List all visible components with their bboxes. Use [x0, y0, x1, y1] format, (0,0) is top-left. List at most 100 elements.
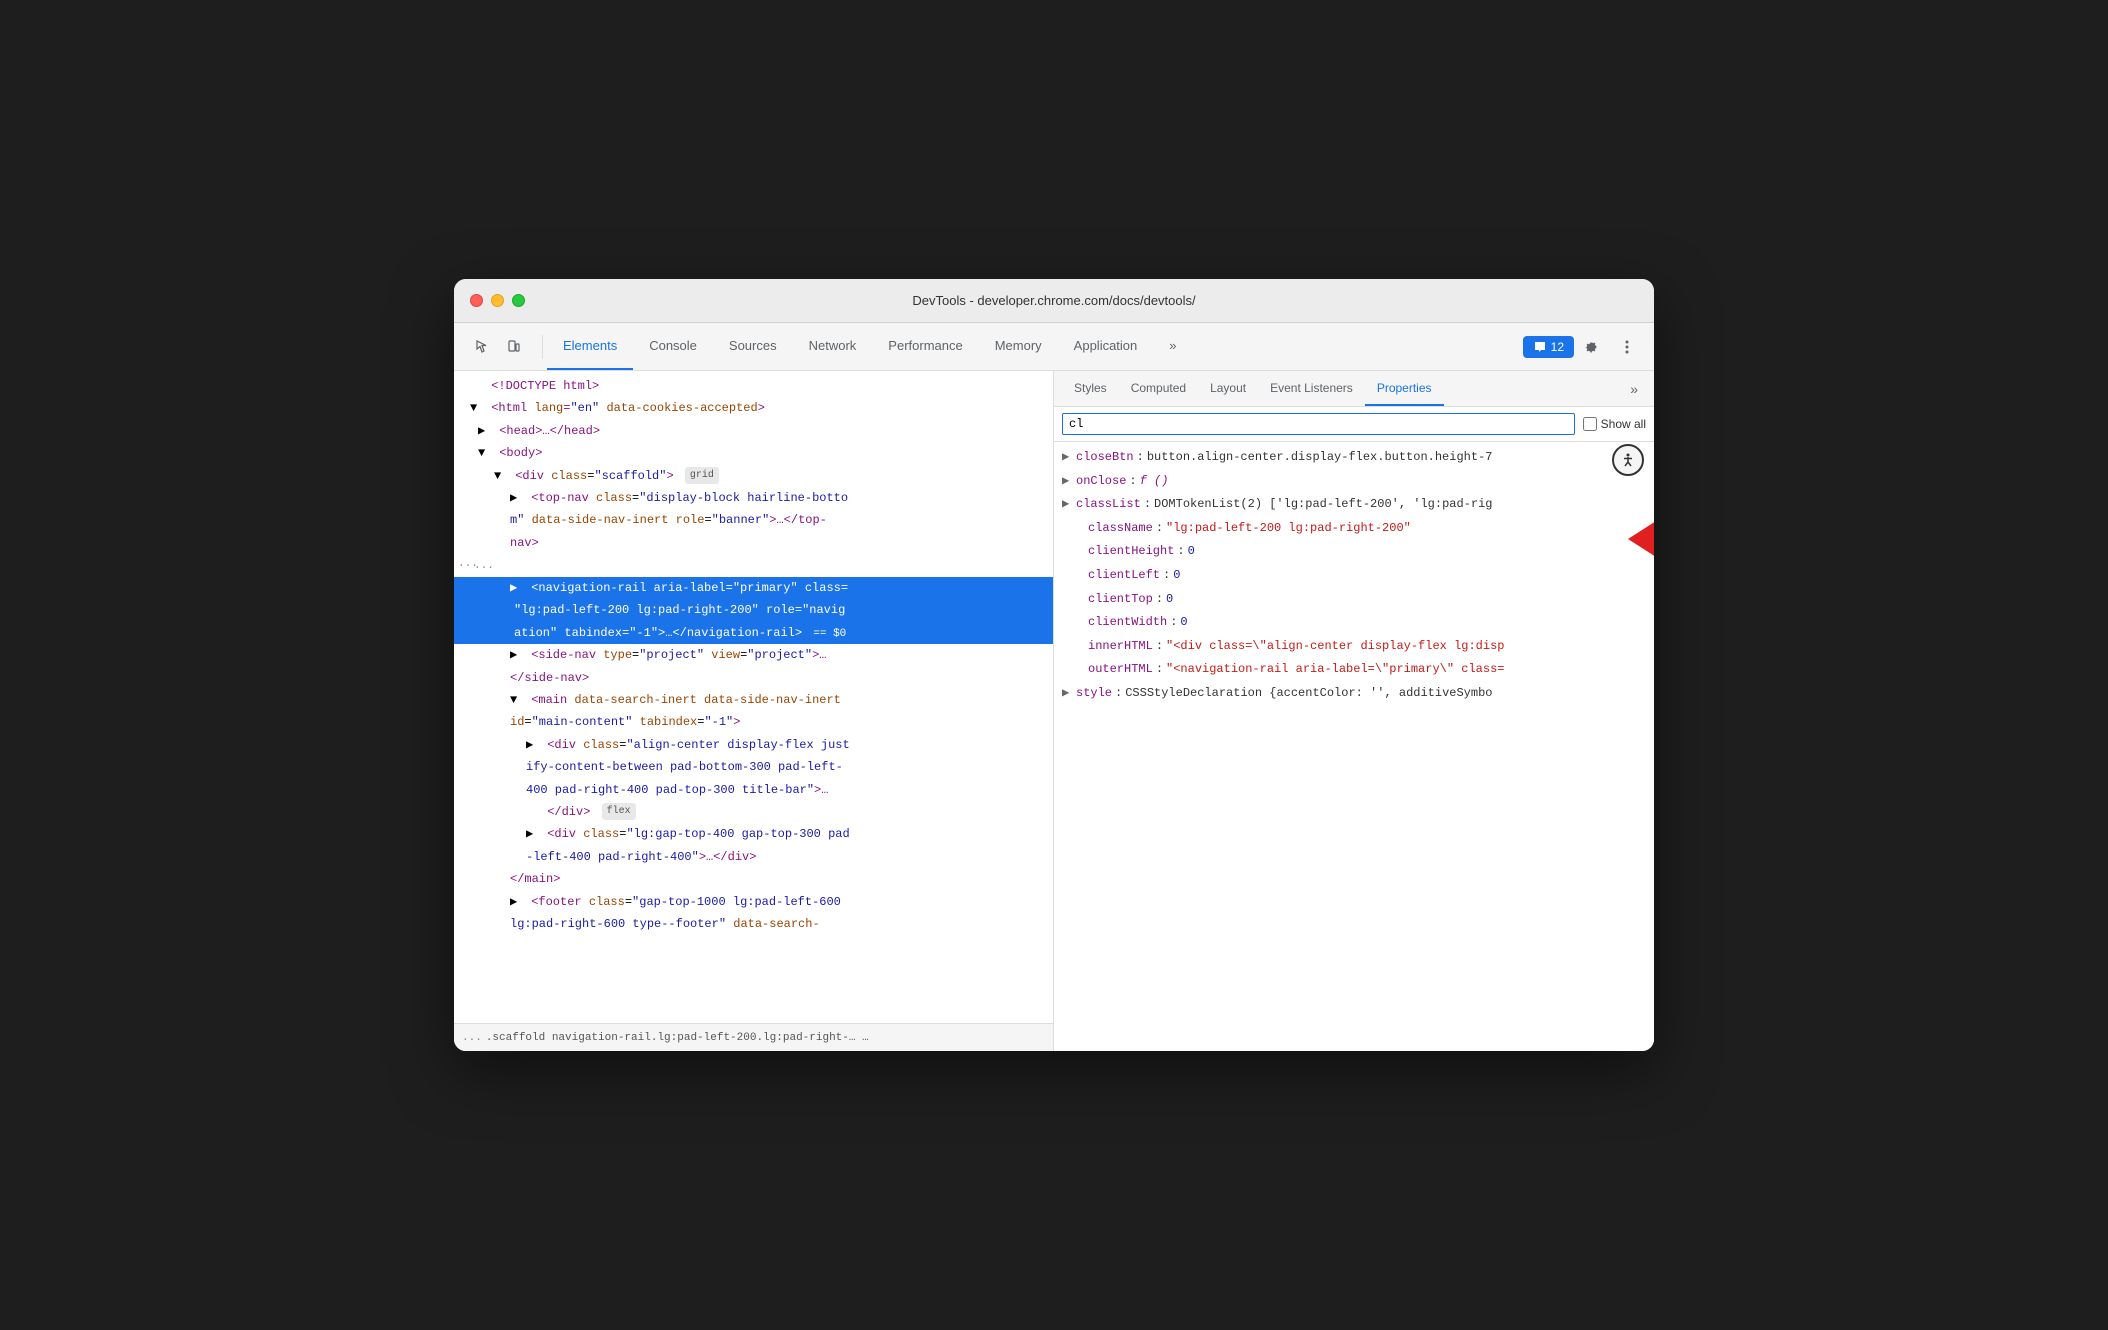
prop-key-classlist: classList [1076, 494, 1141, 516]
prop-key-clienttop: clientTop [1088, 589, 1153, 611]
device-toolbar-button[interactable] [498, 331, 530, 363]
dom-line-nav-rail-2[interactable]: "lg:pad-left-200 lg:pad-right-200" role=… [454, 599, 1053, 621]
dom-line-top-nav-3: nav> [454, 532, 1053, 554]
dom-line-title-bar-div[interactable]: ▶ <div class="align-center display-flex … [454, 734, 1053, 756]
tab-sources[interactable]: Sources [713, 323, 793, 370]
toolbar-icons [458, 331, 538, 363]
elements-panel: <!DOCTYPE html> ▼ <html lang="en" data-c… [454, 371, 1054, 1051]
prop-value-classname: "lg:pad-left-200 lg:pad-right-200" [1166, 518, 1411, 540]
accessibility-button[interactable] [1612, 444, 1644, 476]
panel-tab-more[interactable]: » [1622, 381, 1646, 397]
tab-computed[interactable]: Computed [1119, 371, 1198, 406]
expand-arrow-scaffold: ▼ [494, 466, 506, 486]
prop-value-clienttop: 0 [1166, 589, 1173, 611]
dom-line-body[interactable]: ▼ <body> [454, 442, 1053, 464]
prop-row-innerhtml[interactable]: innerHTML : "<div class=\"align-center d… [1054, 635, 1654, 659]
tab-styles[interactable]: Styles [1062, 371, 1119, 406]
prop-key-clientleft: clientLeft [1088, 565, 1160, 587]
dom-line-doctype[interactable]: <!DOCTYPE html> [454, 375, 1053, 397]
dom-line-html[interactable]: ▼ <html lang="en" data-cookies-accepted> [454, 397, 1053, 419]
prop-value-clientheight: 0 [1188, 541, 1195, 563]
tab-properties[interactable]: Properties [1365, 371, 1444, 406]
properties-search-input[interactable] [1062, 413, 1575, 435]
attr-lang-value: "en" [570, 401, 599, 415]
dom-line-title-bar-div-2: ify-content-between pad-bottom-300 pad-l… [454, 756, 1053, 778]
prop-row-clientheight[interactable]: clientHeight : 0 [1054, 540, 1654, 564]
dom-line-head[interactable]: ▶ <head>…</head> [454, 420, 1053, 442]
maximize-button[interactable] [512, 294, 525, 307]
prop-value-innerhtml: "<div class=\"align-center display-flex … [1166, 636, 1504, 658]
dom-line-main-2: id="main-content" tabindex="-1"> [454, 711, 1053, 733]
tab-performance[interactable]: Performance [872, 323, 978, 370]
prop-key-outerhtml: outerHTML [1088, 659, 1153, 681]
tab-memory[interactable]: Memory [979, 323, 1058, 370]
more-options-button[interactable] [1612, 332, 1642, 362]
tag-body: <body> [499, 446, 542, 460]
prop-row-clienttop[interactable]: clientTop : 0 [1054, 588, 1654, 612]
tab-event-listeners[interactable]: Event Listeners [1258, 371, 1365, 406]
prop-row-outerhtml[interactable]: outerHTML : "<navigation-rail aria-label… [1054, 658, 1654, 682]
tab-network[interactable]: Network [793, 323, 873, 370]
dom-line-close-div[interactable]: </div> flex [454, 801, 1053, 823]
prop-value-onclose: f () [1140, 471, 1169, 493]
prop-key-onclose: onClose [1076, 471, 1126, 493]
tab-more[interactable]: » [1153, 323, 1192, 370]
show-all-checkbox[interactable] [1583, 417, 1597, 431]
prop-row-closebtn[interactable]: ▶ closeBtn : button.align-center.display… [1054, 446, 1654, 470]
prop-value-clientleft: 0 [1173, 565, 1180, 587]
toolbar-right: 12 [1523, 332, 1650, 362]
tab-layout[interactable]: Layout [1198, 371, 1258, 406]
dom-line-side-nav[interactable]: ▶ <side-nav type="project" view="project… [454, 644, 1053, 666]
dom-line-title-bar-div-3: 400 pad-right-400 pad-top-300 title-bar"… [454, 779, 1053, 801]
window-title: DevTools - developer.chrome.com/docs/dev… [912, 293, 1195, 308]
dom-line-footer[interactable]: ▶ <footer class="gap-top-1000 lg:pad-lef… [454, 891, 1053, 913]
prop-row-classlist[interactable]: ▶ classList : DOMTokenList(2) ['lg:pad-l… [1054, 493, 1654, 517]
traffic-lights [470, 294, 525, 307]
prop-row-clientwidth[interactable]: clientWidth : 0 [1054, 611, 1654, 635]
dom-line-nav-rail[interactable]: ▶ <navigation-rail aria-label="primary" … [454, 577, 1053, 599]
badge-grid: grid [685, 467, 719, 484]
expand-arrow-title-bar: ▶ [526, 735, 538, 755]
close-button[interactable] [470, 294, 483, 307]
prop-row-onclose[interactable]: ▶ onClose : f () [1054, 470, 1654, 494]
devtools-window: DevTools - developer.chrome.com/docs/dev… [454, 279, 1654, 1051]
prop-expand-classlist: ▶ [1062, 494, 1074, 516]
expand-arrow-main: ▼ [510, 690, 522, 710]
prop-row-clientleft[interactable]: clientLeft : 0 [1054, 564, 1654, 588]
prop-expand-onclose: ▶ [1062, 471, 1074, 493]
prop-row-style[interactable]: ▶ style : CSSStyleDeclaration {accentCol… [1054, 682, 1654, 706]
dom-line-scaffold[interactable]: ▼ <div class="scaffold"> grid [454, 465, 1053, 487]
dom-tree: <!DOCTYPE html> ▼ <html lang="en" data-c… [454, 371, 1053, 1023]
minimize-button[interactable] [491, 294, 504, 307]
tab-console[interactable]: Console [633, 323, 713, 370]
dom-line-inner-div[interactable]: ▶ <div class="lg:gap-top-400 gap-top-300… [454, 823, 1053, 845]
prop-key-closebtn: closeBtn [1076, 447, 1134, 469]
inspect-element-button[interactable] [466, 331, 498, 363]
settings-button[interactable] [1578, 332, 1608, 362]
tab-elements[interactable]: Elements [547, 323, 633, 370]
properties-panel: Styles Computed Layout Event Listeners P… [1054, 371, 1654, 1051]
prop-colon: : [1137, 447, 1144, 469]
dom-line-main-close: </main> [454, 868, 1053, 890]
dom-line-main[interactable]: ▼ <main data-search-inert data-side-nav-… [454, 689, 1053, 711]
main-content: <!DOCTYPE html> ▼ <html lang="en" data-c… [454, 371, 1654, 1051]
tab-application[interactable]: Application [1058, 323, 1154, 370]
expand-arrow-nav-rail: ▶ [510, 578, 522, 598]
tag-doctype: <!DOCTYPE html> [491, 379, 599, 393]
dom-line-nav-rail-3[interactable]: ation" tabindex="-1">…</navigation-rail>… [454, 622, 1053, 645]
prop-value-classlist: DOMTokenList(2) ['lg:pad-left-200', 'lg:… [1154, 494, 1492, 516]
top-toolbar: Elements Console Sources Network Perform… [454, 323, 1654, 371]
badge-flex: flex [602, 803, 636, 820]
prop-row-classname[interactable]: className : "lg:pad-left-200 lg:pad-righ… [1054, 517, 1654, 541]
expand-arrow-side-nav: ▶ [510, 645, 522, 665]
expand-arrow-body: ▼ [478, 443, 490, 463]
properties-search-bar: Show all [1054, 407, 1654, 442]
tag-head: <head>…</head> [499, 424, 600, 438]
dom-line-top-nav[interactable]: ▶ <top-nav class="display-block hairline… [454, 487, 1053, 509]
feedback-button[interactable]: 12 [1523, 336, 1574, 358]
dom-line-ellipsis[interactable]: ... ... [454, 554, 1053, 577]
properties-list: ▶ closeBtn : button.align-center.display… [1054, 442, 1654, 1051]
dom-line-inner-div-2: -left-400 pad-right-400">…</div> [454, 846, 1053, 868]
expand-arrow-footer: ▶ [510, 892, 522, 912]
prop-key-innerhtml: innerHTML [1088, 636, 1153, 658]
